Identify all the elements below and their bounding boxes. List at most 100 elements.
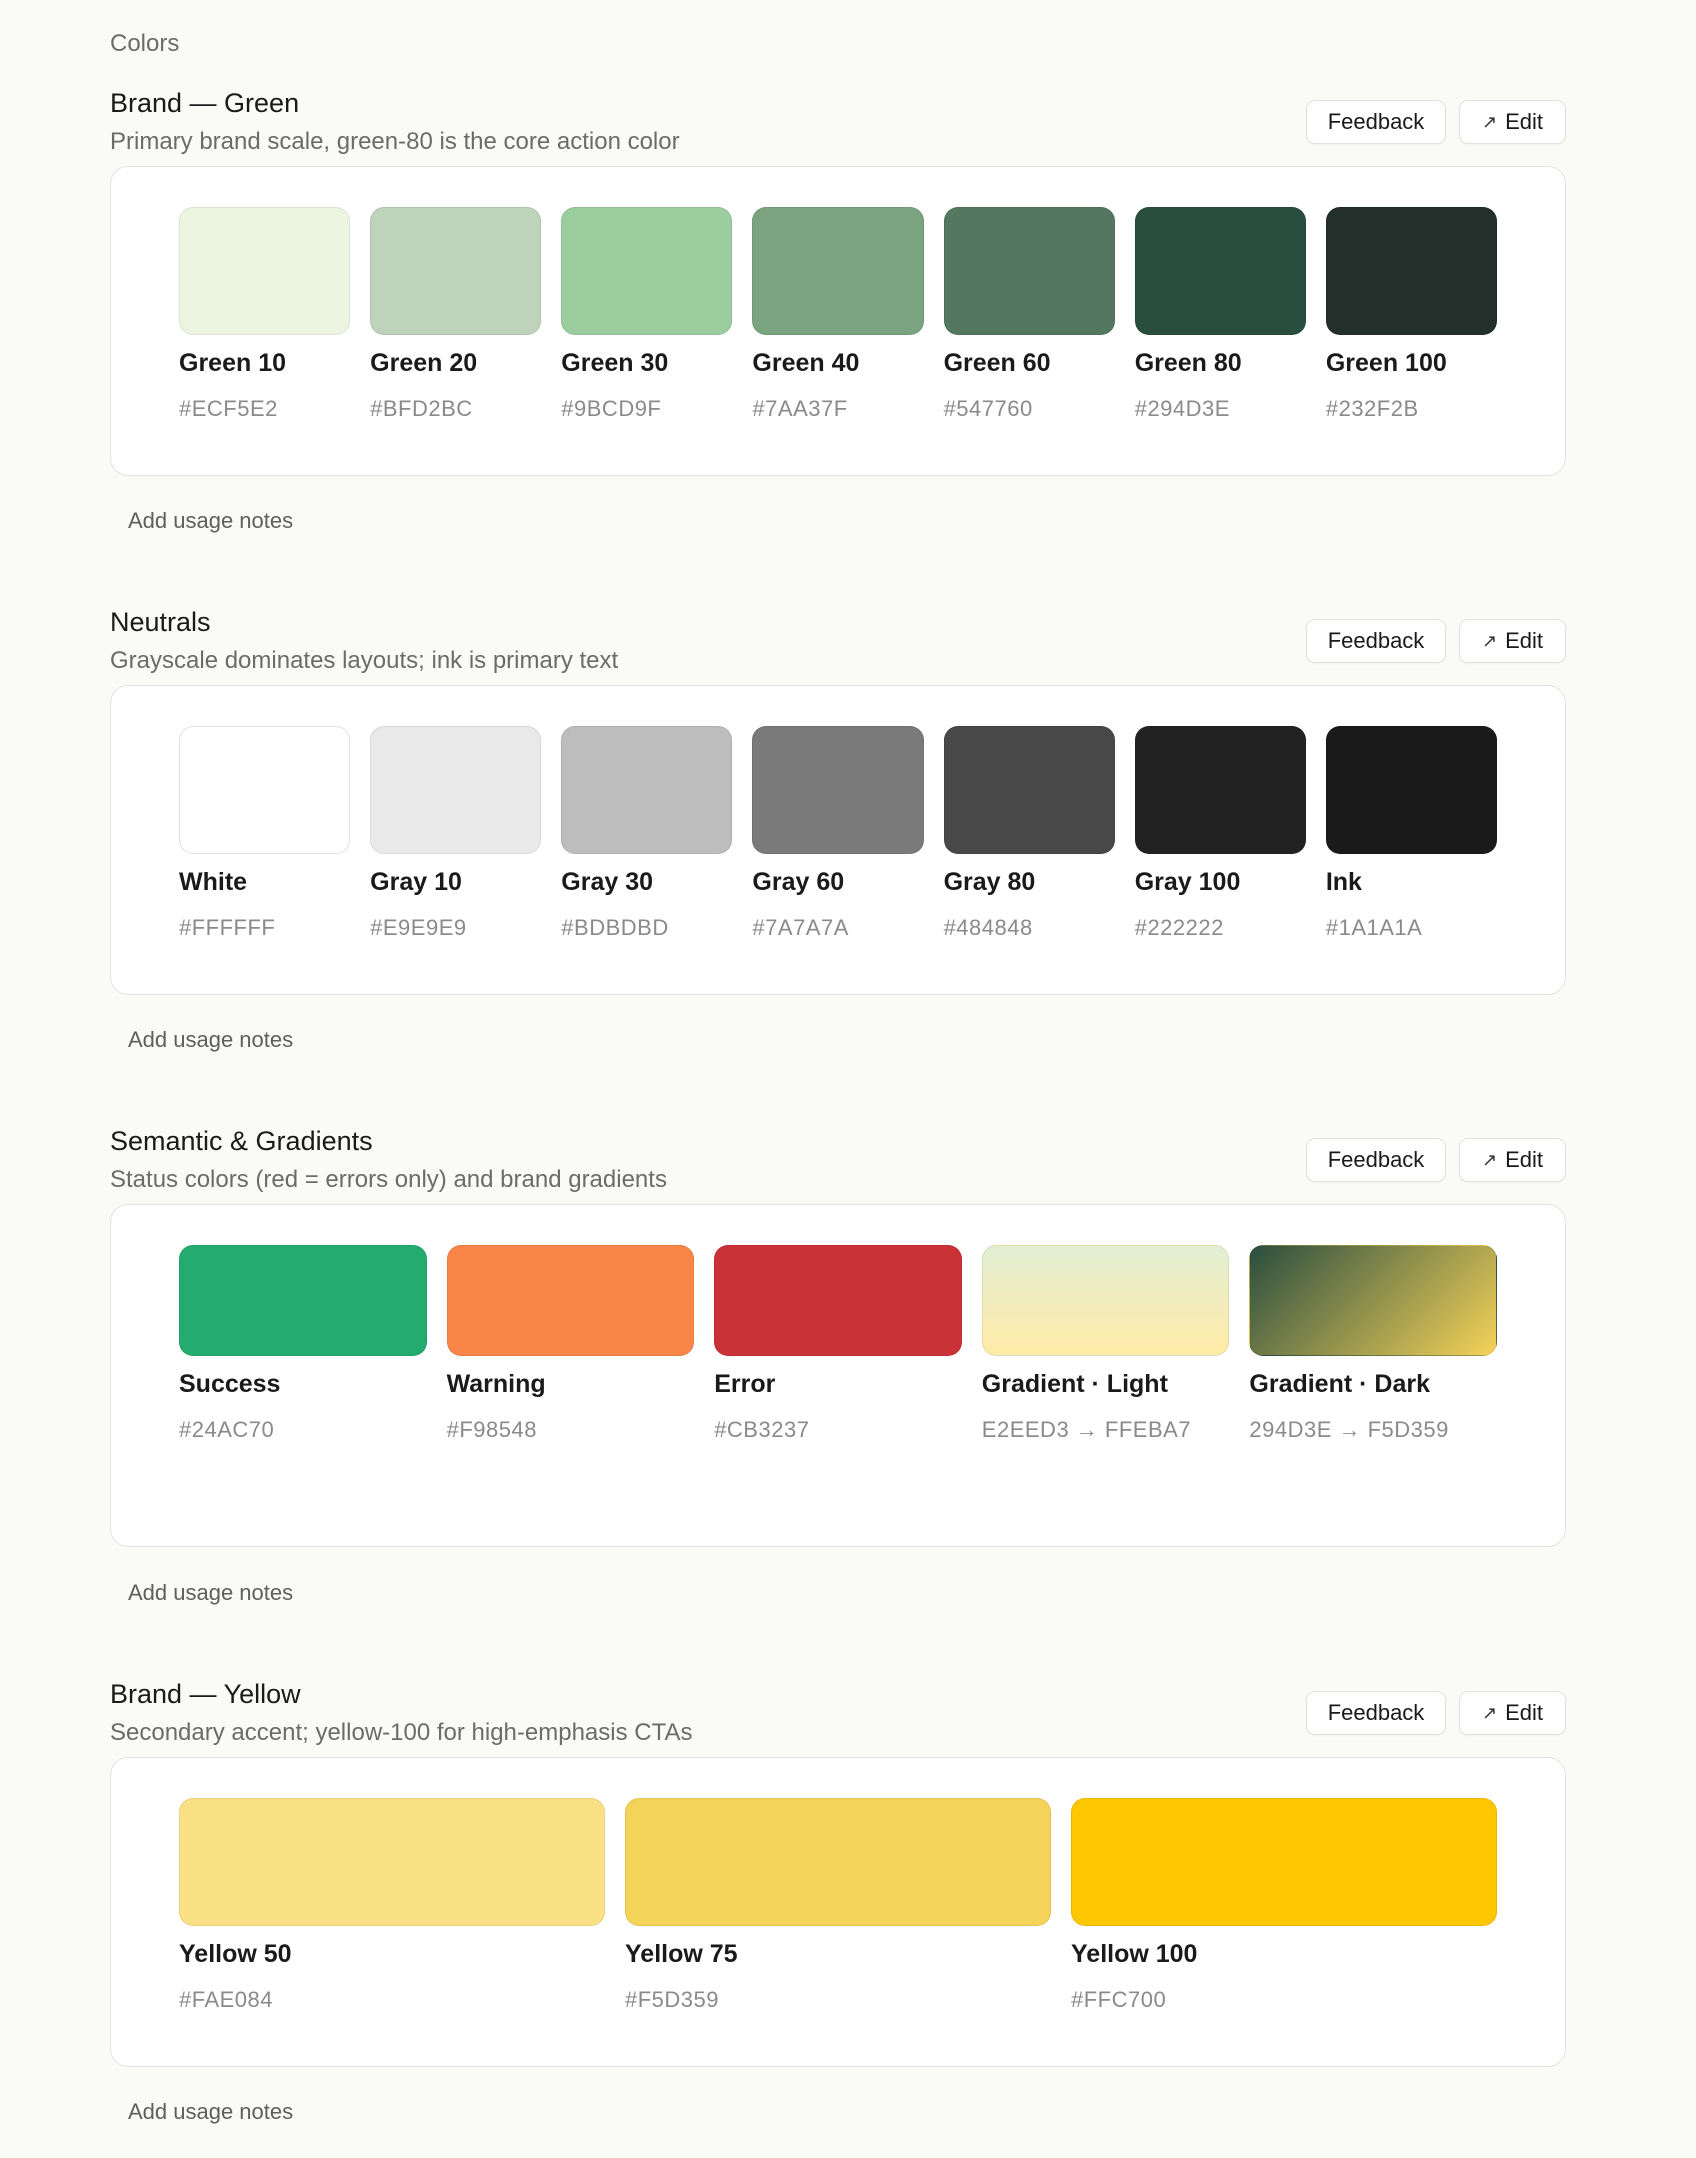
swatch-color-chip[interactable] (370, 726, 542, 854)
swatch-color-chip[interactable] (714, 1245, 962, 1356)
swatch-color-chip[interactable] (561, 726, 733, 854)
edit-button-label: Edit (1505, 1147, 1543, 1172)
color-swatch[interactable]: Yellow 100 #FFC700 (1071, 1798, 1497, 2013)
swatch-name: Green 30 (561, 349, 669, 377)
swatch-name: Green 40 (752, 349, 860, 377)
color-swatch[interactable]: Green 100 #232F2B (1325, 207, 1497, 422)
swatch-color-chip[interactable] (1325, 207, 1497, 335)
color-swatch[interactable]: Green 60 #547760 (943, 207, 1115, 422)
swatch-color-chip[interactable] (561, 207, 733, 335)
edit-button[interactable]: ↗ Edit (1459, 619, 1566, 663)
swatch-hex-value: #232F2B (1325, 396, 1419, 421)
swatch-color-chip[interactable] (179, 726, 351, 854)
swatch-name: Yellow 50 (179, 1940, 292, 1968)
color-swatch[interactable]: Warning #F98548 (446, 1245, 695, 1443)
swatch-grid: Green 10 #ECF5E2 Green 20 #BFD2BC Green 30 #9… (179, 207, 1497, 422)
color-swatch[interactable]: Gray 80 #484848 (943, 726, 1115, 941)
color-swatch[interactable]: Green 10 #ECF5E2 (179, 207, 351, 422)
color-swatch[interactable]: Green 80 #294D3E (1134, 207, 1306, 422)
swatch-hex-value: #1A1A1A (1325, 915, 1423, 940)
swatch-name: Green 80 (1134, 349, 1242, 377)
color-swatch[interactable]: White #FFFFFF (179, 726, 351, 941)
color-swatch[interactable]: Yellow 50 #FAE084 (179, 1798, 605, 2013)
section-subtitle: Grayscale dominates layouts; ink is prim… (110, 647, 619, 674)
swatch-color-chip[interactable] (1249, 1245, 1497, 1356)
swatch-hex-value: #222222 (1134, 915, 1224, 940)
swatch-name: Gray 10 (370, 868, 462, 896)
swatch-name: Gradient · Dark (1249, 1370, 1430, 1398)
swatch-hex-value: #7A7A7A (752, 915, 849, 940)
swatch-color-chip[interactable] (1134, 207, 1306, 335)
color-swatch[interactable]: Gray 10 #E9E9E9 (370, 726, 542, 941)
feedback-button[interactable]: Feedback (1306, 619, 1446, 663)
color-swatch[interactable]: Gradient · Dark 294D3E → F5D359 (1249, 1245, 1497, 1443)
swatch-hex-value: #F5D359 (625, 1987, 720, 2012)
add-usage-notes-link[interactable]: Add usage notes (128, 2099, 293, 2125)
section-title: Brand — Green (110, 88, 300, 118)
swatch-hex-value: #ECF5E2 (179, 396, 278, 421)
swatch-hex-value: E2EED3 → FFEBA7 (981, 1417, 1192, 1442)
swatch-hex-value: #FFC700 (1071, 1987, 1167, 2012)
color-swatch[interactable]: Gray 60 #7A7A7A (752, 726, 924, 941)
color-swatch[interactable]: Green 40 #7AA37F (752, 207, 924, 422)
swatch-name: Yellow 100 (1071, 1940, 1198, 1968)
swatch-color-chip[interactable] (752, 726, 924, 854)
color-swatch[interactable]: Gray 30 #BDBDBD (561, 726, 733, 941)
swatch-color-chip[interactable] (981, 1245, 1230, 1356)
swatch-grid: Yellow 50 #FAE084 Yellow 75 #F5D359 Yellow 1… (179, 1798, 1497, 2013)
add-usage-notes-link[interactable]: Add usage notes (128, 508, 293, 534)
add-usage-notes-link[interactable]: Add usage notes (128, 1027, 293, 1053)
swatch-color-chip[interactable] (446, 1245, 695, 1356)
swatch-hex-value: #F98548 (446, 1417, 537, 1442)
swatch-hex-value: #484848 (943, 915, 1033, 940)
color-swatch[interactable]: Error #CB3237 (714, 1245, 962, 1443)
swatch-name: White (179, 868, 248, 896)
swatch-color-chip[interactable] (179, 207, 351, 335)
swatch-name: Gray 30 (561, 868, 654, 896)
color-swatch[interactable]: Yellow 75 #F5D359 (625, 1798, 1051, 2013)
swatch-color-chip[interactable] (625, 1798, 1051, 1926)
section-subtitle: Primary brand scale, green-80 is the cor… (110, 128, 680, 155)
swatch-name: Gray 60 (752, 868, 845, 896)
edit-button-label: Edit (1505, 628, 1543, 653)
swatch-hex-value: #CB3237 (714, 1417, 810, 1442)
swatch-color-chip[interactable] (370, 207, 542, 335)
feedback-button[interactable]: Feedback (1306, 1138, 1446, 1182)
swatch-card: Success #24AC70 Warning #F98548 Error #CB3237… (110, 1204, 1566, 1547)
color-swatch[interactable]: Ink #1A1A1A (1325, 726, 1497, 941)
edit-button[interactable]: ↗ Edit (1459, 1691, 1566, 1735)
swatch-color-chip[interactable] (1134, 726, 1306, 854)
swatch-name: Green 20 (370, 349, 478, 377)
swatch-color-chip[interactable] (752, 207, 924, 335)
swatch-color-chip[interactable] (179, 1798, 605, 1926)
feedback-button[interactable]: Feedback (1306, 1691, 1446, 1735)
swatch-hex-value: #FFFFFF (179, 915, 276, 940)
external-link-arrow-icon: ↗ (1481, 111, 1498, 132)
swatch-hex-value: #BDBDBD (561, 915, 669, 940)
page-title: Colors (110, 30, 180, 57)
section-subtitle: Secondary accent; yellow-100 for high-em… (110, 1719, 693, 1746)
swatch-color-chip[interactable] (179, 1245, 427, 1356)
feedback-button[interactable]: Feedback (1306, 100, 1446, 144)
swatch-name: Warning (446, 1370, 546, 1398)
edit-button-label: Edit (1505, 109, 1543, 134)
swatch-color-chip[interactable] (943, 207, 1115, 335)
section-title: Neutrals (110, 607, 211, 637)
color-swatch[interactable]: Green 30 #9BCD9F (561, 207, 733, 422)
section-subtitle: Status colors (red = errors only) and br… (110, 1166, 667, 1193)
swatch-color-chip[interactable] (943, 726, 1115, 854)
swatch-color-chip[interactable] (1071, 1798, 1497, 1926)
edit-button[interactable]: ↗ Edit (1459, 100, 1566, 144)
swatch-card: Yellow 50 #FAE084 Yellow 75 #F5D359 Yellow 1… (110, 1757, 1566, 2067)
add-usage-notes-link[interactable]: Add usage notes (128, 1580, 293, 1606)
edit-button[interactable]: ↗ Edit (1459, 1138, 1566, 1182)
swatch-name: Yellow 75 (625, 1940, 738, 1968)
swatch-hex-value: #9BCD9F (561, 396, 662, 421)
external-link-arrow-icon: ↗ (1481, 1149, 1498, 1170)
color-swatch[interactable]: Success #24AC70 (179, 1245, 427, 1443)
swatch-name: Success (179, 1370, 281, 1398)
color-swatch[interactable]: Gray 100 #222222 (1134, 726, 1306, 941)
swatch-color-chip[interactable] (1325, 726, 1497, 854)
color-swatch[interactable]: Green 20 #BFD2BC (370, 207, 542, 422)
color-swatch[interactable]: Gradient · Light E2EED3 → FFEBA7 (981, 1245, 1230, 1443)
